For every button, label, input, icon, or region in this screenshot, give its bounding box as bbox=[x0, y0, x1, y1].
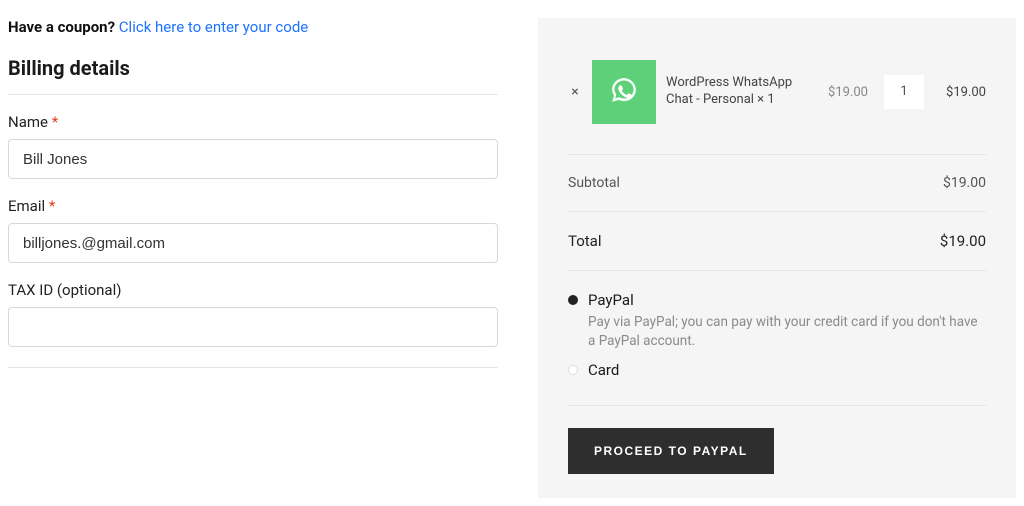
remove-item-button[interactable]: × bbox=[568, 84, 582, 100]
line-total: $19.00 bbox=[940, 85, 986, 100]
email-required-indicator: * bbox=[49, 197, 55, 215]
email-label: Email * bbox=[8, 197, 498, 215]
quantity-input[interactable]: 1 bbox=[884, 75, 924, 109]
subtotal-row: Subtotal $19.00 bbox=[568, 155, 986, 212]
name-field-group: Name * bbox=[8, 113, 498, 179]
taxid-label: TAX ID (optional) bbox=[8, 281, 498, 299]
billing-column: Have a coupon? Click here to enter your … bbox=[8, 18, 498, 498]
card-label: Card bbox=[588, 361, 619, 379]
whatsapp-icon bbox=[605, 71, 643, 113]
billing-heading: Billing details bbox=[8, 56, 498, 80]
billing-divider-top bbox=[8, 94, 498, 95]
coupon-toggle-link[interactable]: Click here to enter your code bbox=[119, 18, 308, 36]
payment-option-card[interactable]: Card bbox=[568, 361, 986, 379]
email-label-text: Email bbox=[8, 197, 45, 215]
subtotal-label: Subtotal bbox=[568, 175, 620, 191]
taxid-field-group: TAX ID (optional) bbox=[8, 281, 498, 347]
total-amount: $19.00 bbox=[940, 232, 986, 250]
taxid-input[interactable] bbox=[8, 307, 498, 347]
name-required-indicator: * bbox=[52, 113, 58, 131]
order-summary-column: × WordPress WhatsApp Chat - Personal × 1… bbox=[538, 18, 1016, 498]
coupon-question: Have a coupon? bbox=[8, 18, 115, 36]
proceed-to-paypal-button[interactable]: PROCEED TO PAYPAL bbox=[568, 428, 774, 474]
total-label: Total bbox=[568, 232, 602, 250]
subtotal-amount: $19.00 bbox=[943, 175, 986, 191]
coupon-notice: Have a coupon? Click here to enter your … bbox=[8, 18, 498, 36]
billing-divider-bottom bbox=[8, 367, 498, 368]
unit-price: $19.00 bbox=[822, 85, 868, 100]
email-input[interactable] bbox=[8, 223, 498, 263]
name-label: Name * bbox=[8, 113, 498, 131]
product-thumbnail bbox=[592, 60, 656, 124]
name-label-text: Name bbox=[8, 113, 48, 131]
paypal-description: Pay via PayPal; you can pay with your cr… bbox=[588, 313, 986, 351]
email-field-group: Email * bbox=[8, 197, 498, 263]
paypal-label: PayPal bbox=[588, 291, 634, 309]
card-radio[interactable] bbox=[568, 365, 578, 375]
name-input[interactable] bbox=[8, 139, 498, 179]
payment-option-paypal[interactable]: PayPal Pay via PayPal; you can pay with … bbox=[568, 291, 986, 351]
paypal-radio[interactable] bbox=[568, 295, 578, 305]
product-name: WordPress WhatsApp Chat - Personal × 1 bbox=[666, 75, 812, 109]
payment-methods: PayPal Pay via PayPal; you can pay with … bbox=[568, 271, 986, 406]
total-row: Total $19.00 bbox=[568, 212, 986, 271]
order-line-item: × WordPress WhatsApp Chat - Personal × 1… bbox=[568, 42, 986, 155]
